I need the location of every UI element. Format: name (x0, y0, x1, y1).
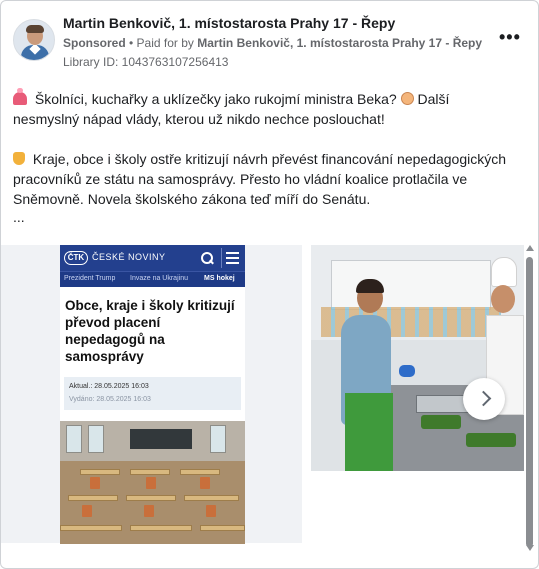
article-updated: Aktual.: 28.05.2025 16:03 (69, 383, 149, 390)
desk (184, 495, 239, 501)
chef-head (491, 285, 515, 313)
nav-item-trump: Prezident Trump (64, 275, 116, 282)
desk (130, 469, 170, 475)
classroom-photo (60, 421, 245, 544)
hamburger-menu-icon (226, 252, 239, 264)
sponsored-line: Sponsored • Paid for by Martin Benkovič,… (63, 36, 482, 50)
chevron-right-icon[interactable] (463, 378, 505, 420)
carousel-card-1[interactable]: ČTK ČESKÉ NOVINY Prezident Trump Invaze … (1, 245, 302, 544)
sponsored-label: Sponsored (63, 36, 126, 50)
carousel-card-2[interactable] (311, 245, 524, 471)
blackboard (130, 429, 192, 449)
face-emoji-icon (400, 92, 414, 105)
avatar-hair (26, 25, 44, 33)
see-more-ellipsis[interactable]: ... (13, 209, 25, 225)
desk (60, 525, 122, 531)
post-paragraph-1-text: Školníci, kuchařky a uklízečky jako ruko… (34, 91, 397, 107)
cook-glove (399, 365, 415, 377)
cook-apron (345, 393, 393, 471)
search-icon (200, 251, 214, 265)
more-horizontal-icon[interactable]: ••• (499, 28, 521, 46)
ctk-brand-title: ČESKÉ NOVINY (92, 252, 166, 262)
chair (146, 477, 156, 489)
news-screenshot: ČTK ČESKÉ NOVINY Prezident Trump Invaze … (60, 245, 245, 544)
food (466, 433, 516, 447)
library-id: Library ID: 1043763107256413 (63, 55, 229, 69)
desk (126, 495, 176, 501)
scroll-up-icon[interactable] (526, 245, 534, 251)
ctk-nav-bar: Prezident Trump Invaze na Ukrajinu MS ho… (60, 271, 245, 287)
desk (68, 495, 118, 501)
desk (80, 469, 120, 475)
desk (180, 469, 220, 475)
desk (130, 525, 192, 531)
bell-emoji-icon (13, 88, 27, 105)
chair (200, 477, 210, 489)
post-paragraph-2-text: Kraje, obce i školy ostře kritizují návr… (13, 151, 507, 207)
desk (200, 525, 245, 531)
scrollbar[interactable] (525, 243, 535, 555)
article-published: Vydáno: 28.05.2025 16:03 (69, 396, 151, 403)
classroom-window (66, 425, 82, 453)
chair (206, 505, 216, 517)
classroom-window (210, 425, 226, 453)
ctk-logo: ČTK (64, 251, 88, 265)
article-title: Obce, kraje i školy kritizují převod pla… (65, 298, 235, 364)
ctk-header-bar: ČTK ČESKÉ NOVINY (60, 245, 245, 271)
chair (144, 505, 154, 517)
scrollbar-thumb[interactable] (526, 257, 533, 547)
nav-item-ukraine: Invaze na Ukrajinu (130, 275, 188, 282)
nav-item-hockey: MS hokej (204, 275, 235, 282)
food (421, 415, 461, 429)
thumbs-down-emoji-icon (13, 152, 25, 165)
ad-post-card: Martin Benkovič, 1. místostarosta Prahy … (0, 0, 539, 569)
article-dates: Aktual.: 28.05.2025 16:03 Vydáno: 28.05.… (64, 377, 241, 410)
chair (90, 477, 100, 489)
header-divider (221, 248, 222, 268)
author-avatar[interactable] (13, 19, 55, 61)
chair (82, 505, 92, 517)
paid-for-prefix: • Paid for by (129, 36, 194, 50)
paid-for-name[interactable]: Martin Benkovič, 1. místostarosta Prahy … (197, 36, 482, 50)
author-name[interactable]: Martin Benkovič, 1. místostarosta Prahy … (63, 15, 395, 31)
classroom-window (88, 425, 104, 453)
post-header: Martin Benkovič, 1. místostarosta Prahy … (13, 13, 520, 73)
canteen-window (331, 260, 491, 310)
post-paragraph-2: Kraje, obce i školy ostře kritizují návr… (13, 149, 513, 209)
post-text: Školníci, kuchařky a uklízečky jako ruko… (13, 88, 513, 229)
scroll-down-icon[interactable] (526, 545, 534, 551)
post-paragraph-1: Školníci, kuchařky a uklízečky jako ruko… (13, 88, 513, 129)
cook-hair (356, 279, 384, 293)
chef-hat (491, 257, 517, 287)
